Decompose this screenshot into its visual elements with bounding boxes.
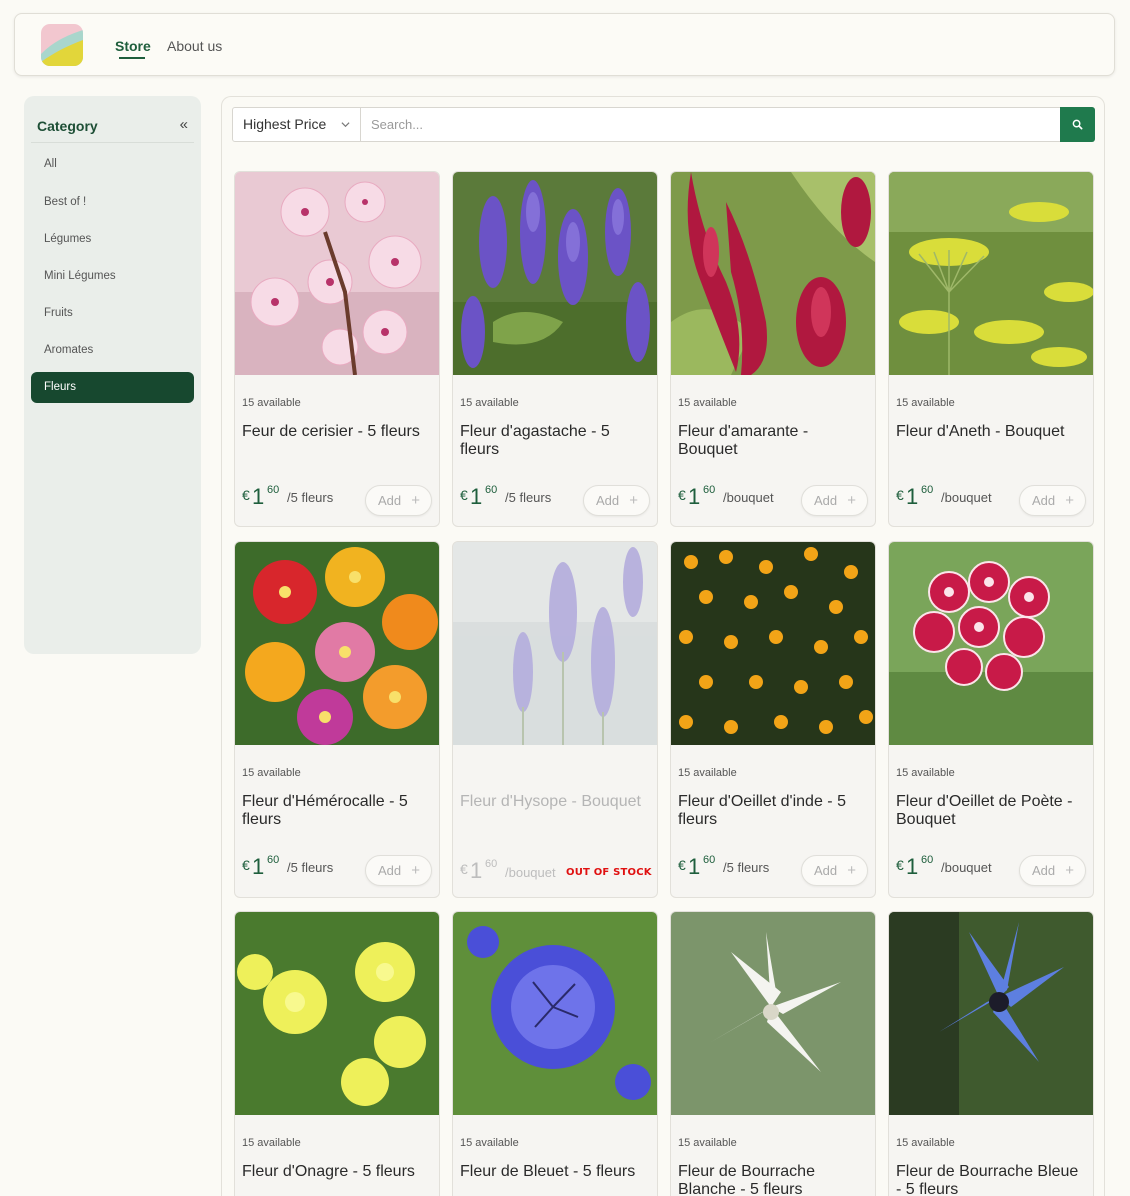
product-card-hemerocalle[interactable]: 15 available Fleur d'Hémérocalle - 5 fle…	[234, 541, 440, 898]
product-title: Fleur d'Aneth - Bouquet	[896, 423, 1065, 440]
product-card-oeillet-poete[interactable]: 15 available Fleur d'Oeillet de Poète - …	[888, 541, 1094, 898]
add-to-cart-button[interactable]: Add +	[583, 485, 650, 516]
product-title: Fleur d'Oeillet de Poète - Bouquet	[896, 793, 1073, 828]
product-title: Fleur d'agastache - 5 fleurs	[460, 423, 610, 458]
availability-label: 15 available	[678, 397, 737, 409]
product-card-oeillet-inde[interactable]: 15 available Fleur d'Oeillet d'inde - 5 …	[670, 541, 876, 898]
price-unit: /bouquet	[941, 860, 992, 875]
category-header: Category «	[31, 107, 194, 143]
add-to-cart-button[interactable]: Add +	[801, 485, 868, 516]
product-image-dill	[889, 172, 1093, 375]
price-unit: /5 fleurs	[505, 490, 552, 505]
price-unit: /bouquet	[723, 490, 774, 505]
search-input[interactable]	[362, 108, 1060, 141]
collapse-chevrons-icon[interactable]: «	[180, 116, 188, 133]
availability-label: 15 available	[678, 767, 737, 779]
product-image-cherry-blossom	[235, 172, 439, 375]
product-card-amarante[interactable]: 15 available Fleur d'amarante - Bouquet …	[670, 171, 876, 527]
sort-select-value: Highest Price	[243, 116, 327, 132]
product-title: Fleur de Bourrache Bleue - 5 fleurs	[896, 1163, 1079, 1196]
product-image-white-borage	[671, 912, 875, 1115]
top-nav-bar: Store About us	[14, 13, 1115, 76]
availability-label: 15 available	[242, 767, 301, 779]
product-title: Fleur d'Onagre - 5 fleurs	[242, 1163, 415, 1180]
sort-select[interactable]: Highest Price	[233, 108, 361, 141]
category-item-fruits[interactable]: Fruits	[31, 298, 194, 329]
category-item-fleurs[interactable]: Fleurs	[31, 372, 194, 403]
product-image-hyssop	[453, 542, 657, 745]
plus-icon: +	[847, 862, 856, 879]
product-card-bourrache-bleue[interactable]: 15 available Fleur de Bourrache Bleue - …	[888, 911, 1094, 1196]
product-title: Fleur d'amarante - Bouquet	[678, 423, 809, 458]
product-card-aneth[interactable]: 15 available Fleur d'Aneth - Bouquet € 1…	[888, 171, 1094, 527]
chevron-down-icon	[341, 122, 350, 128]
plus-icon: +	[629, 492, 638, 509]
availability-label: 15 available	[678, 1137, 737, 1149]
plus-icon: +	[1065, 492, 1074, 509]
product-title: Fleur d'Hémérocalle - 5 fleurs	[242, 793, 408, 828]
add-to-cart-button[interactable]: Add +	[365, 855, 432, 886]
price-unit: /5 fleurs	[287, 860, 334, 875]
nav-store-link[interactable]: Store	[115, 38, 151, 54]
product-title: Fleur d'Oeillet d'inde - 5 fleurs	[678, 793, 846, 828]
category-item-aromates[interactable]: Aromates	[31, 335, 194, 366]
product-card-agastache[interactable]: 15 available Fleur d'agastache - 5 fleur…	[452, 171, 658, 527]
out-of-stock-badge: OUT OF STOCK	[566, 867, 652, 878]
availability-label: 15 available	[460, 1137, 519, 1149]
price-unit: /bouquet	[941, 490, 992, 505]
plus-icon: +	[411, 862, 420, 879]
nav-about-link[interactable]: About us	[167, 38, 222, 54]
product-image-daylilies	[235, 542, 439, 745]
filter-toolbar: Highest Price	[232, 107, 1095, 142]
availability-label: 15 available	[896, 767, 955, 779]
product-title: Fleur de Bourrache Blanche - 5 fleurs	[678, 1163, 815, 1196]
product-card-bleuet[interactable]: 15 available Fleur de Bleuet - 5 fleurs	[452, 911, 658, 1196]
search-button[interactable]	[1060, 107, 1095, 142]
product-image-amaranth	[671, 172, 875, 375]
product-image-marigold	[671, 542, 875, 745]
category-item-best-of[interactable]: Best of !	[31, 187, 194, 218]
nav-active-underline	[119, 57, 145, 59]
price-unit: /bouquet	[505, 865, 556, 880]
product-card-bourrache-blanche[interactable]: 15 available Fleur de Bourrache Blanche …	[670, 911, 876, 1196]
product-image-agastache	[453, 172, 657, 375]
price-unit: /5 fleurs	[723, 860, 770, 875]
product-title: Fleur de Bleuet - 5 fleurs	[460, 1163, 636, 1180]
product-image-blue-borage	[889, 912, 1093, 1115]
product-panel: Highest Price 15 availa	[221, 96, 1105, 1196]
product-card-onagre[interactable]: 15 available Fleur d'Onagre - 5 fleurs	[234, 911, 440, 1196]
product-image-cornflower	[453, 912, 657, 1115]
category-sidebar: Category « All Best of ! Légumes Mini Lé…	[24, 96, 201, 654]
product-card-cerisier[interactable]: 15 available Feur de cerisier - 5 fleurs…	[234, 171, 440, 527]
add-to-cart-button[interactable]: Add +	[801, 855, 868, 886]
availability-label: 15 available	[896, 397, 955, 409]
plus-icon: +	[847, 492, 856, 509]
search-icon	[1072, 119, 1083, 130]
availability-label: 15 available	[242, 397, 301, 409]
availability-label: 15 available	[460, 397, 519, 409]
product-title: Feur de cerisier - 5 fleurs	[242, 423, 420, 440]
price-unit: /5 fleurs	[287, 490, 334, 505]
category-item-mini-legumes[interactable]: Mini Légumes	[31, 261, 194, 292]
availability-label: 15 available	[896, 1137, 955, 1149]
product-image-sweet-william	[889, 542, 1093, 745]
plus-icon: +	[1065, 862, 1074, 879]
category-item-all[interactable]: All	[31, 149, 194, 180]
product-title: Fleur d'Hysope - Bouquet	[460, 793, 641, 810]
add-to-cart-button[interactable]: Add +	[1019, 855, 1086, 886]
product-image-evening-primrose	[235, 912, 439, 1115]
plus-icon: +	[411, 492, 420, 509]
category-title: Category	[37, 118, 98, 134]
add-to-cart-button[interactable]: Add +	[1019, 485, 1086, 516]
product-card-hysope[interactable]: Fleur d'Hysope - Bouquet € 1 60 /bouquet…	[452, 541, 658, 898]
add-to-cart-button[interactable]: Add +	[365, 485, 432, 516]
category-item-legumes[interactable]: Légumes	[31, 224, 194, 255]
brand-logo-icon[interactable]	[41, 24, 83, 66]
availability-label: 15 available	[242, 1137, 301, 1149]
